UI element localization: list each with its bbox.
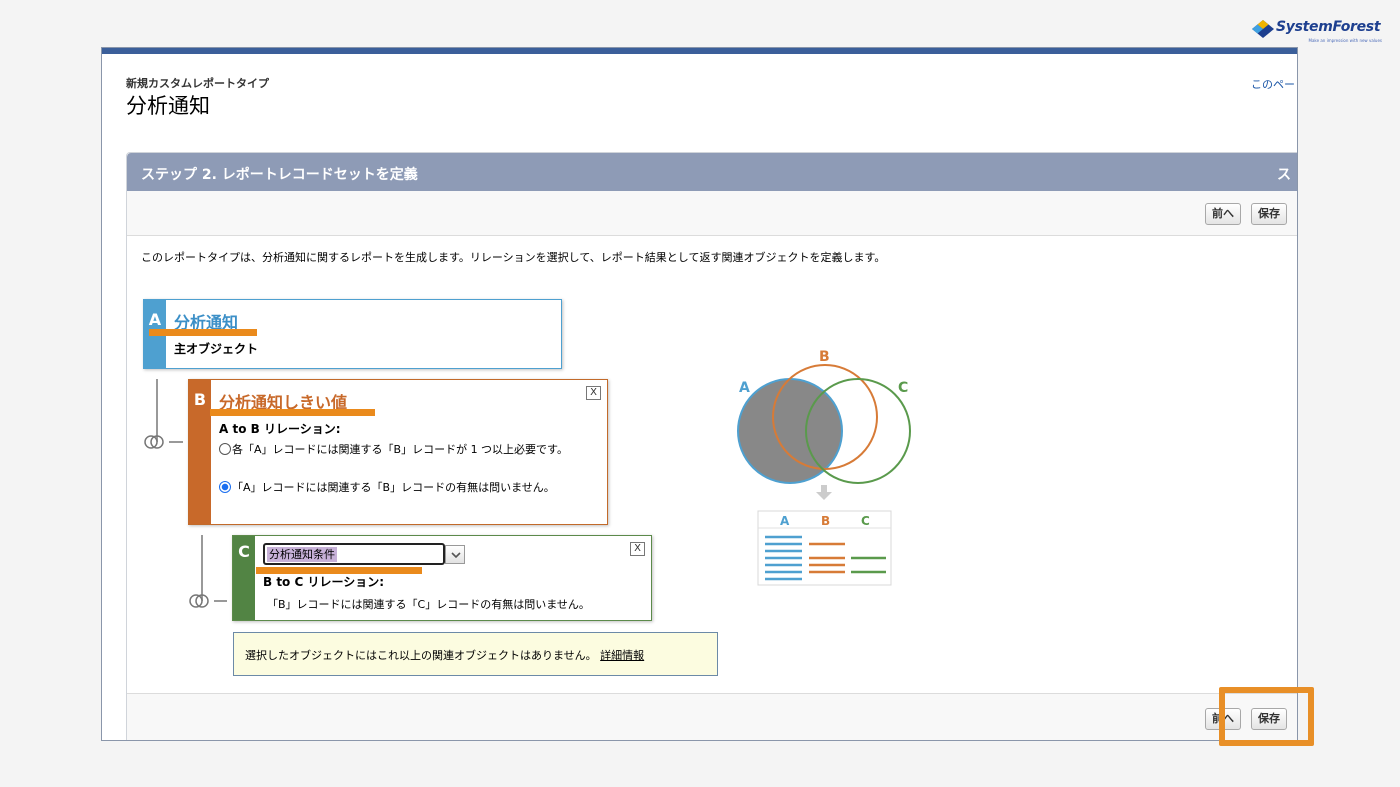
relation-option-optional[interactable]: 「A」レコードには関連する「B」レコードの有無は問いません。 [219,480,604,496]
object-c-box: C 分析通知条件 X B to C リレーション: 「B」レコードには関連する「… [232,535,652,621]
step-indicator: ス [1277,167,1291,183]
step-content: このレポートタイプは、分析通知に関するレポートを生成します。リレーションを選択し… [127,236,1297,693]
a-to-b-relation-label: A to B リレーション: [219,422,341,436]
step-title: ステップ 2. レポートレコードセットを定義 [141,167,418,183]
b-to-c-relation-label: B to C リレーション: [263,575,385,589]
table-header-c: C [861,514,870,528]
page-title: 分析通知 [126,94,210,118]
report-type-window: 新規カスタムレポートタイプ 分析通知 このペー ステップ 2. レポートレコード… [101,47,1298,741]
info-text-line: 選択したオブジェクトにはこれ以上の関連オブジェクトはありません。 詳細情報 [245,647,644,663]
down-arrow-icon [816,485,832,500]
object-c-select-value: 分析通知条件 [267,547,337,562]
b-to-c-relation-note: 「B」レコードには関連する「C」レコードの有無は問いません。 [267,598,590,611]
object-a-subtitle: 主オブジェクト [174,342,259,356]
help-link[interactable]: このペー [1251,76,1295,92]
system-forest-logo: SystemForest Make an impression with new… [1252,18,1382,44]
prev-button-bottom[interactable]: 前へ [1205,708,1241,730]
venn-label-c: C [898,380,908,396]
table-header-b: B [821,514,830,528]
object-b-highlight [210,409,375,416]
table-header-a: A [780,514,790,528]
object-c-highlight [256,567,422,574]
window-top-bar [102,48,1297,54]
step-header: ステップ 2. レポートレコードセットを定義 ス [127,153,1297,191]
step-panel: ステップ 2. レポートレコードセットを定義 ス 前へ 保存 このレポートタイプ… [126,152,1297,740]
divider [127,693,1297,694]
relation-link-icon [189,594,209,608]
venn-label-b: B [819,349,830,365]
more-info-link[interactable]: 詳細情報 [600,649,644,662]
logo-tagline: Make an impression with new values [1308,38,1382,43]
object-b-box: B 分析通知しきい値 X A to B リレーション: 各「A」レコードには関連… [188,379,608,525]
radio-optional[interactable] [219,481,231,493]
object-c-select-dropdown[interactable] [445,545,465,564]
breadcrumb: 新規カスタムレポートタイプ [126,77,269,90]
relation-option-required-label: 各「A」レコードには関連する「B」レコードが 1 つ以上必要です。 [232,443,568,456]
relation-option-optional-label: 「A」レコードには関連する「B」レコードの有無は問いません。 [232,481,555,494]
object-c-select[interactable]: 分析通知条件 [263,543,445,565]
object-c-letter: C [238,542,250,561]
system-forest-logo-icon [1252,20,1274,38]
prev-button-top[interactable]: 前へ [1205,203,1241,225]
save-button-top[interactable]: 保存 [1251,203,1287,225]
venn-circle-a [737,378,843,484]
chevron-down-icon [451,552,461,559]
object-c-strip: C [233,536,255,620]
object-b-strip: B [189,380,211,524]
logo-name: SystemForest [1276,19,1381,35]
radio-required[interactable] [219,443,231,455]
info-message: 選択したオブジェクトにはこれ以上の関連オブジェクトはありません。 詳細情報 [233,632,718,676]
remove-object-c-button[interactable]: X [630,542,645,556]
object-a-highlight [149,329,257,336]
venn-diagram: A B C A B C [737,349,911,586]
object-b-letter: B [193,390,207,409]
info-text: 選択したオブジェクトにはこれ以上の関連オブジェクトはありません。 [245,649,597,662]
object-a-letter: A [148,310,162,329]
venn-label-a: A [739,380,750,396]
remove-object-b-button[interactable]: X [586,386,601,400]
save-button-bottom[interactable]: 保存 [1251,708,1287,730]
relation-option-required[interactable]: 各「A」レコードには関連する「B」レコードが 1 つ以上必要です。 [219,442,604,458]
relation-link-icon [144,435,164,449]
